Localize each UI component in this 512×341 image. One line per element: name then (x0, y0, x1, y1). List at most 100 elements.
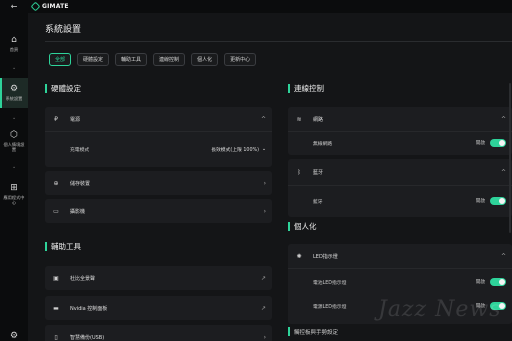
scrollbar[interactable] (509, 83, 511, 233)
charge-mode-select[interactable]: 長效模式(上限 100%) ⌄ (211, 146, 266, 153)
usb-backup-icon: ▯ (54, 333, 58, 341)
chevron-right-icon: › (263, 179, 266, 187)
tool-row[interactable]: ▣ 杜比全景聲 ↗ (45, 266, 272, 290)
bt-label: 藍牙 (313, 199, 323, 205)
external-link-icon: ↗ (260, 274, 266, 282)
gear-icon: ⚙ (9, 84, 19, 94)
section-title-text: 連線控制 (294, 84, 324, 93)
gimate-logo-icon (30, 1, 41, 12)
storage-card[interactable]: ⊕ 儲存裝置 › (45, 171, 272, 195)
sidebar-item-app-center[interactable]: ⊞ 應用程式中心 (0, 183, 28, 213)
tool-label: 智慧備份(USB) (70, 334, 105, 341)
dolby-icon: ▣ (53, 274, 59, 282)
led-header[interactable]: ✺ LED指示燈 ^ (288, 244, 512, 268)
power-label: 電源 (70, 116, 81, 123)
chevron-up-icon: ^ (500, 252, 506, 260)
chevron-right-icon: › (263, 333, 266, 341)
sidebar-item-scenario[interactable]: ⬡ 個人情境設置 (0, 130, 28, 160)
sidebar-settings-button[interactable]: ⚙ (0, 331, 28, 341)
charge-mode-value: 長效模式(上限 100%) (211, 147, 259, 153)
storage-icon: ⊕ (53, 179, 59, 187)
tool-row[interactable]: ▯ 智慧備份(USB) › (45, 325, 272, 341)
wifi-toggle-group: 開啟 (476, 139, 506, 147)
storage-row[interactable]: ⊕ 儲存裝置 › (45, 171, 272, 195)
tab-connection[interactable]: 連線控制 (153, 53, 186, 66)
section-title-touchpad-partial: 觸控板與手勢設定 (288, 327, 338, 336)
bluetooth-icon: ᛒ (297, 168, 301, 176)
external-link-icon: ↗ (260, 304, 266, 312)
network-card: ≋ 網路 ^ 無線網路 開啟 (288, 107, 512, 155)
sidebar-item-label: 系統設置 (5, 96, 23, 101)
tool-dolby-card[interactable]: ▣ 杜比全景聲 ↗ (45, 266, 272, 290)
tab-tools[interactable]: 輔助工具 (115, 53, 148, 66)
bluetooth-header[interactable]: ᛒ 藍牙 ^ (288, 159, 512, 185)
sidebar-item-label: 個人情境設置 (3, 142, 25, 152)
back-arrow-icon[interactable]: ← (0, 0, 28, 13)
section-title-hardware: 硬體設定 (45, 83, 81, 94)
tool-row[interactable]: ▬ Nvidia 控制面板 ↗ (45, 296, 272, 320)
brand: GIMATE (30, 1, 69, 12)
tab-hardware[interactable]: 硬體設定 (77, 53, 110, 66)
charge-mode-label: 充電模式 (70, 147, 90, 153)
led-icon: ✺ (296, 252, 302, 260)
title-divider (45, 41, 512, 42)
settings-icon: ⚙ (9, 331, 19, 341)
camera-icon: ▭ (53, 207, 59, 215)
apps-grid-icon: ⊞ (10, 183, 18, 193)
power-icon: ₽ (54, 115, 58, 123)
wifi-label: 無線網路 (313, 141, 333, 147)
chevron-up-icon: ^ (260, 115, 266, 123)
network-label: 網路 (313, 116, 324, 123)
bluetooth-toggle[interactable] (490, 197, 506, 205)
sidebar-item-label: 首頁 (9, 47, 19, 52)
nvidia-icon: ▬ (53, 304, 59, 312)
sidebar: ⌂ 首頁 • ⚙ 系統設置 • ⬡ 個人情境設置 • ⊞ 應用程式中心 ⚙ (0, 13, 28, 341)
camera-label: 攝影機 (70, 208, 86, 215)
cube-icon: ⬡ (10, 130, 18, 140)
bluetooth-card: ᛒ 藍牙 ^ 藍牙 開啟 (288, 159, 512, 217)
bluetooth-label: 藍牙 (313, 169, 324, 176)
app-name: GIMATE (42, 3, 69, 10)
power-header[interactable]: ₽ 電源 ^ (45, 107, 272, 131)
tab-all[interactable]: 全部 (49, 53, 72, 66)
wifi-icon: ≋ (296, 115, 302, 123)
bluetooth-toggle-row: 藍牙 開啟 (313, 185, 512, 217)
sidebar-item-home[interactable]: ⌂ 首頁 (0, 35, 28, 59)
main-panel: 系統設置 全部 硬體設定 輔助工具 連線控制 個人化 更新中心 硬體設定 ₽ 電… (28, 13, 512, 341)
sidebar-item-system-settings[interactable]: ⚙ 系統設置 (0, 78, 28, 108)
filter-tabs: 全部 硬體設定 輔助工具 連線控制 個人化 更新中心 (49, 53, 257, 66)
tool-label: 杜比全景聲 (70, 275, 96, 282)
wifi-toggle[interactable] (490, 139, 506, 147)
bt-state: 開啟 (475, 199, 485, 204)
wifi-row: 無線網路 開啟 (313, 131, 512, 155)
battery-led-label: 電池LED指示燈 (313, 280, 347, 286)
tool-nvidia-card[interactable]: ▬ Nvidia 控制面板 ↗ (45, 296, 272, 320)
chevron-up-icon: ^ (500, 115, 506, 123)
watermark: Jazz News (378, 297, 502, 322)
bt-toggle-group: 開啟 (476, 197, 506, 205)
sidebar-separator: • (12, 116, 16, 121)
section-title-connection: 連線控制 (288, 83, 324, 94)
wifi-state: 開啟 (475, 141, 485, 146)
camera-row[interactable]: ▭ 攝影機 › (45, 199, 272, 223)
chevron-up-icon: ^ (500, 168, 506, 176)
section-title-text: 個人化 (294, 222, 317, 231)
section-title-text: 硬體設定 (51, 84, 81, 93)
power-card: ₽ 電源 ^ 充電模式 長效模式(上限 100%) ⌄ (45, 107, 272, 167)
battery-led-toggle[interactable] (490, 278, 506, 286)
tab-update-center[interactable]: 更新中心 (224, 53, 257, 66)
section-title-personalize: 個人化 (288, 221, 317, 232)
page-title: 系統設置 (45, 25, 82, 35)
tool-backup-card[interactable]: ▯ 智慧備份(USB) › (45, 325, 272, 341)
title-bar: ← GIMATE (0, 0, 512, 13)
camera-card[interactable]: ▭ 攝影機 › (45, 199, 272, 223)
section-title-tools: 輔助工具 (45, 241, 81, 252)
sidebar-separator: • (12, 165, 16, 170)
tab-personalize[interactable]: 個人化 (191, 53, 219, 66)
sidebar-item-label: 應用程式中心 (3, 195, 25, 205)
charge-mode-row: 充電模式 長效模式(上限 100%) ⌄ (70, 131, 272, 167)
battery-led-state: 開啟 (475, 280, 485, 285)
chevron-right-icon: › (263, 207, 266, 215)
section-title-text: 輔助工具 (51, 242, 81, 251)
network-header[interactable]: ≋ 網路 ^ (288, 107, 512, 131)
